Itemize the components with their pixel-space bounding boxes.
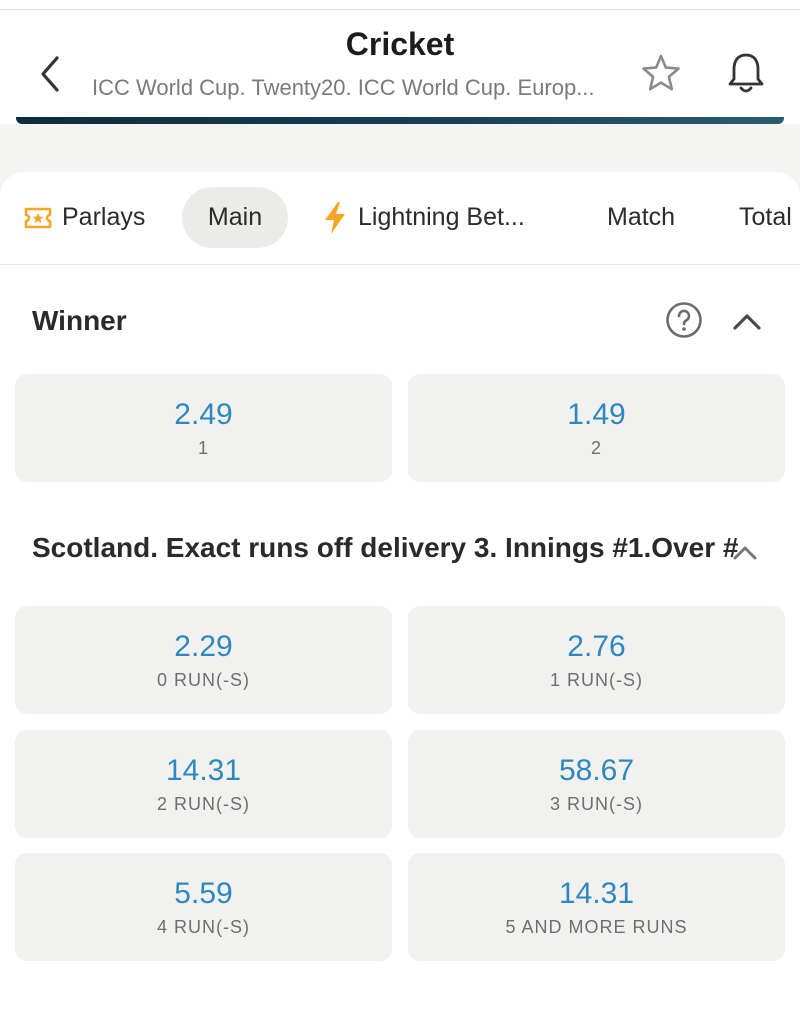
odds-value: 2.76 [567, 630, 626, 663]
odds-value: 14.31 [558, 877, 635, 910]
outcome-label: 2 [590, 438, 602, 458]
tab-label: Match [607, 203, 676, 231]
tab-total[interactable]: Total [739, 187, 792, 248]
chevron-up-icon [733, 546, 757, 560]
odds-button[interactable]: 2.76 1 RUN(-S) [408, 606, 785, 714]
market-tabs: Parlays Main Lightning Bet... Match Tota… [0, 172, 800, 265]
outcome-label: 2 RUN(-S) [157, 794, 250, 814]
tab-lightning-bets[interactable]: Lightning Bet... [322, 187, 525, 248]
lightning-icon [322, 201, 348, 235]
tab-label: Main [207, 203, 263, 231]
tab-match[interactable]: Match [607, 187, 675, 248]
odds-value: 2.29 [174, 630, 233, 663]
bell-icon [728, 53, 764, 93]
collapse-button[interactable] [728, 535, 762, 569]
outcome-label: 0 RUN(-S) [157, 670, 250, 690]
odds-value: 2.49 [174, 398, 233, 431]
market-title-winner: Winner [32, 305, 127, 336]
outcome-label: 3 RUN(-S) [550, 794, 643, 814]
odds-value: 5.59 [174, 877, 233, 910]
outcome-label: 5 AND MORE RUNS [505, 917, 688, 937]
outcome-label: 1 RUN(-S) [550, 670, 643, 690]
market-header: Scotland. Exact runs off delivery 3. Inn… [32, 532, 800, 572]
odds-value: 1.49 [567, 398, 626, 431]
tab-main[interactable]: Main [182, 187, 288, 248]
odds-button[interactable]: 58.67 3 RUN(-S) [408, 730, 785, 838]
markets-panel: Parlays Main Lightning Bet... Match Tota… [0, 172, 800, 1024]
odds-button[interactable]: 14.31 2 RUN(-S) [15, 730, 392, 838]
header: Cricket ICC World Cup. Twenty20. ICC Wor… [0, 10, 800, 118]
tab-label: Lightning Bet... [358, 203, 525, 231]
outcome-label: 4 RUN(-S) [157, 917, 250, 937]
tab-parlays[interactable]: Parlays [24, 187, 145, 248]
favorite-button[interactable] [638, 50, 684, 96]
odds-button[interactable]: 1.49 2 [408, 374, 785, 482]
odds-button[interactable]: 2.29 0 RUN(-S) [15, 606, 392, 714]
help-button[interactable] [664, 300, 704, 340]
question-circle-icon [666, 302, 702, 338]
tab-label: Total [739, 203, 792, 231]
star-icon [642, 54, 680, 91]
odds-button[interactable]: 14.31 5 AND MORE RUNS [408, 853, 785, 961]
outcome-label: 1 [197, 438, 209, 458]
market-title-exact-runs: Scotland. Exact runs off delivery 3. Inn… [32, 532, 739, 563]
odds-value: 58.67 [558, 754, 635, 787]
collapse-button[interactable] [728, 302, 766, 340]
chevron-up-icon [733, 314, 761, 330]
notifications-button[interactable] [722, 48, 770, 98]
ticket-icon [24, 207, 52, 229]
event-banner [16, 117, 784, 124]
tab-label: Parlays [62, 203, 146, 231]
odds-value: 14.31 [165, 754, 242, 787]
page-subtitle: ICC World Cup. Twenty20. ICC World Cup. … [92, 75, 595, 100]
odds-button[interactable]: 5.59 4 RUN(-S) [15, 853, 392, 961]
odds-button[interactable]: 2.49 1 [15, 374, 392, 482]
